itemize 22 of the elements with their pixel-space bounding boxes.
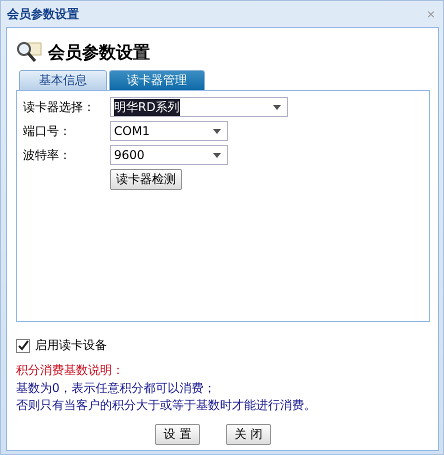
dialog-button[interactable]: 关 闭 (226, 424, 271, 444)
tab[interactable]: 基本信息 (19, 70, 107, 90)
caret-icon (213, 152, 221, 158)
dialog-button[interactable]: 设 置 (155, 424, 200, 444)
magnifier-icon (16, 41, 42, 63)
note-text: 否则只有当客户的积分大于或等于基数时才能进行消费。 (16, 397, 317, 414)
dropdown-field[interactable]: COM1 (110, 121, 228, 141)
window-title: 会员参数设置 (7, 6, 79, 22)
page-title: 会员参数设置 (48, 42, 150, 64)
note-text: 基数为0，表示任意积分都可以消费； (16, 380, 217, 396)
field-label: 端口号： (23, 122, 72, 140)
note-title: 积分消费基数说明： (16, 362, 125, 379)
caret-icon (273, 104, 281, 110)
detect-button[interactable]: 读卡器检测 (110, 169, 182, 190)
caret-icon (213, 128, 221, 134)
checkbox-label: 启用读卡设备 (35, 337, 107, 354)
tab[interactable]: 读卡器管理 (109, 70, 205, 90)
dropdown-field[interactable]: 9600 (110, 145, 228, 165)
dropdown-field[interactable]: 明华RD系列 (110, 97, 288, 117)
field-label: 读卡器选择： (23, 98, 96, 116)
checkbox[interactable] (16, 338, 30, 352)
field-label: 波特率： (23, 146, 72, 164)
